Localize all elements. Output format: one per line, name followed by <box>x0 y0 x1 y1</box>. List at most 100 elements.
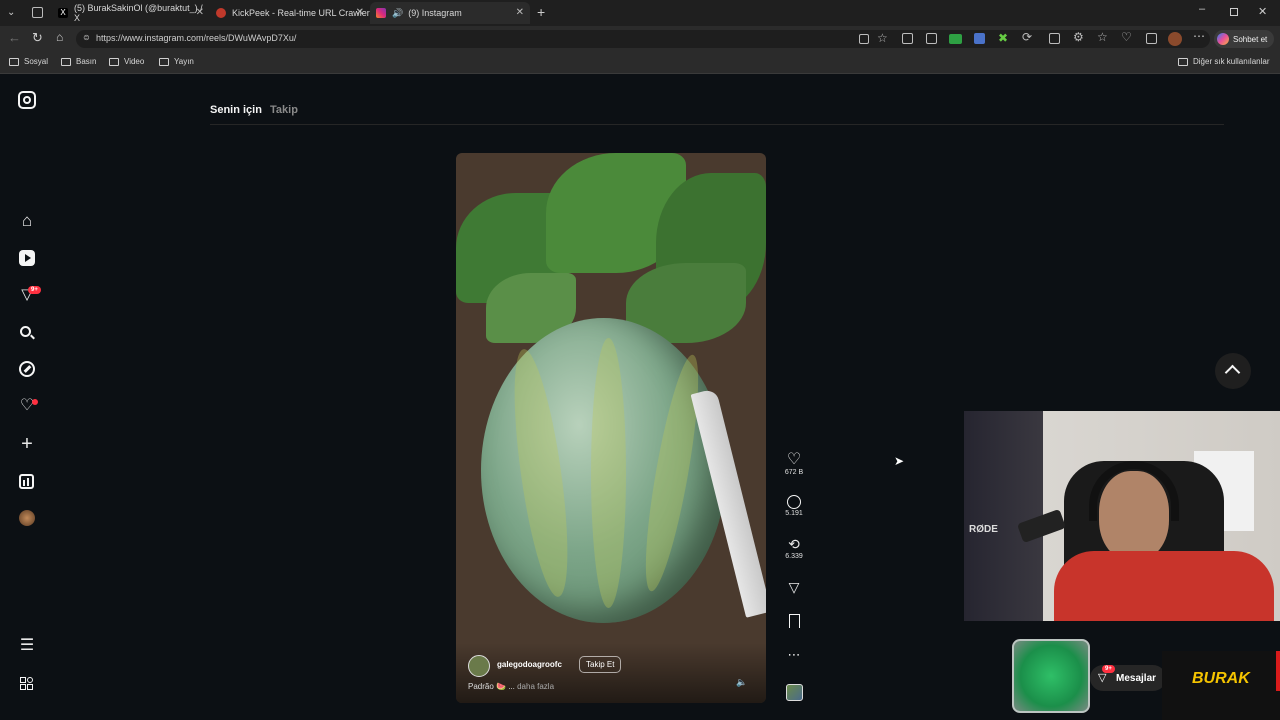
messages-badge: 9+ <box>28 286 41 294</box>
folder-icon <box>109 57 119 66</box>
lock-icon[interactable]: ⊜ <box>83 33 90 42</box>
like-action[interactable]: ♡ 672 B <box>782 451 806 477</box>
create-icon[interactable]: + <box>18 434 36 454</box>
bookmark-label: Basın <box>76 57 97 66</box>
browser-tab-bar: ⌄ X (5) BurakSakinOl (@buraktut_) / X ✕ … <box>0 0 1280 26</box>
mic-brand: RØDE <box>969 524 998 535</box>
extension-3-icon[interactable] <box>949 34 962 44</box>
messages-button[interactable]: ▽ 9+ Mesajlar <box>1090 665 1166 691</box>
tab-title: (5) BurakSakinOl (@buraktut_) / X <box>74 3 203 23</box>
folder-icon <box>9 57 19 66</box>
also-from-meta-icon[interactable] <box>18 675 36 693</box>
streamer-name-panel: BURAK <box>1162 651 1280 720</box>
reel-caption: Padrão 🍉 ... daha fazla <box>468 682 554 691</box>
likes-count: 672 B <box>784 469 804 476</box>
reposts-count: 6.339 <box>785 553 803 560</box>
bookmark-sosyal[interactable]: Sosyal <box>9 57 48 66</box>
performance-icon[interactable]: ♡ <box>1121 30 1132 44</box>
audio-thumbnail[interactable] <box>786 684 803 701</box>
tab-following[interactable]: Takip <box>270 104 298 116</box>
tab-for-you[interactable]: Senin için <box>210 104 262 116</box>
bookmarks-bar: Sosyal Basın Video Yayın Diğer sık kulla… <box>0 52 1280 74</box>
caption-text: Padrão 🍉 ... <box>468 682 515 691</box>
back-icon[interactable]: ← <box>8 30 21 45</box>
comments-count: 5.191 <box>785 510 803 517</box>
chevron-up-icon <box>1224 364 1241 381</box>
bookmark-label: Diğer sık kullanılanlar <box>1193 57 1270 66</box>
profile-avatar[interactable] <box>19 510 35 526</box>
copilot-label: Sohbet et <box>1233 34 1268 44</box>
explore-icon[interactable] <box>19 361 35 377</box>
feed-tabs: Senin için Takip <box>210 104 298 116</box>
author-username[interactable]: galegodoagroofc <box>497 660 562 669</box>
close-tab-icon[interactable]: ✕ <box>356 7 364 18</box>
dashboard-icon[interactable] <box>19 474 34 489</box>
bookmark-video[interactable]: Video <box>109 57 144 66</box>
browser-toolbar: ← ↻ ⌂ ⊜ https://www.instagram.com/reels/… <box>0 26 1280 52</box>
save-action[interactable] <box>782 614 806 628</box>
extension-2-icon[interactable] <box>926 33 937 44</box>
tab-x[interactable]: X (5) BurakSakinOl (@buraktut_) / X ✕ <box>52 2 210 24</box>
melon-stripe <box>591 338 626 608</box>
tab-instagram[interactable]: 🔊 (9) Instagram ✕ <box>370 2 530 24</box>
minimize-button[interactable]: – <box>1199 3 1205 15</box>
search-icon[interactable] <box>18 324 36 342</box>
folder-icon <box>61 57 71 66</box>
favorite-star-icon[interactable]: ☆ <box>877 31 888 45</box>
melon-stripe <box>635 352 709 594</box>
close-tab-icon[interactable]: ✕ <box>516 7 524 18</box>
favorites-icon[interactable]: ☆ <box>1097 30 1108 44</box>
comment-action[interactable]: 5.191 <box>782 495 806 517</box>
reader-view-icon[interactable] <box>859 34 869 44</box>
accent-line <box>1276 651 1280 691</box>
more-menu-icon[interactable]: ⋯ <box>1193 29 1205 43</box>
extension-4-icon[interactable] <box>974 33 985 44</box>
kickpeek-icon <box>216 8 226 18</box>
reel-video[interactable]: galegodoagroofc Takip Et Padrão 🍉 ... da… <box>456 153 766 703</box>
new-tab-button[interactable]: + <box>537 4 545 20</box>
comment-icon <box>787 495 801 509</box>
restore-button[interactable] <box>1230 8 1238 16</box>
copilot-icon <box>1217 33 1229 45</box>
repost-icon: ⟲ <box>788 536 800 552</box>
extension-1-icon[interactable] <box>902 33 913 44</box>
bookmark-other-favorites[interactable]: Diğer sık kullanılanlar <box>1178 57 1269 66</box>
heart-icon: ♡ <box>786 451 802 468</box>
instagram-logo-icon[interactable] <box>18 91 36 109</box>
home-icon[interactable]: ⌂ <box>18 212 36 230</box>
messages-label: Mesajlar <box>1116 672 1157 684</box>
author-avatar[interactable] <box>468 655 490 677</box>
reload-icon[interactable]: ↻ <box>32 30 43 46</box>
extensions-icon[interactable]: ⟳ <box>1022 30 1032 44</box>
close-window-button[interactable]: ✕ <box>1258 5 1267 18</box>
share-icon[interactable]: ▽ <box>782 579 806 595</box>
collections-icon[interactable] <box>1146 33 1157 44</box>
extension-5-icon[interactable]: ✖ <box>998 31 1008 45</box>
scroll-up-button[interactable] <box>1215 353 1251 389</box>
split-screen-icon[interactable] <box>1049 33 1060 44</box>
workspaces-icon[interactable] <box>32 7 43 18</box>
streamer-name: BURAK <box>1192 670 1250 687</box>
bookmark-basin[interactable]: Basın <box>61 57 96 66</box>
close-tab-icon[interactable]: ✕ <box>196 7 204 18</box>
bookmark-label: Yayın <box>174 57 194 66</box>
reels-icon[interactable] <box>19 250 35 266</box>
folder-icon <box>159 57 169 66</box>
more-link[interactable]: daha fazla <box>517 682 554 691</box>
speaker-icon[interactable]: 🔊 <box>392 8 403 19</box>
browser-essentials-icon[interactable]: ⚙ <box>1073 30 1084 44</box>
more-menu-icon[interactable]: ☰ <box>18 637 36 655</box>
tab-kickpeek[interactable]: KickPeek - Real-time URL Crawler ✕ <box>210 2 370 24</box>
mute-icon[interactable]: 🔈 <box>736 677 747 688</box>
follow-button[interactable]: Takip Et <box>579 656 622 673</box>
tab-actions-icon[interactable]: ⌄ <box>7 7 19 19</box>
home-icon[interactable]: ⌂ <box>56 30 63 44</box>
bookmark-yayin[interactable]: Yayın <box>159 57 194 66</box>
address-bar[interactable]: ⊜ https://www.instagram.com/reels/DWuWAv… <box>76 30 1210 48</box>
profile-avatar[interactable] <box>1168 32 1182 46</box>
more-options-icon[interactable]: ⋯ <box>782 647 806 663</box>
webcam-overlay: RØDE <box>964 411 1280 621</box>
repost-action[interactable]: ⟲ 6.339 <box>782 536 806 560</box>
mouse-cursor-icon: ➤ <box>894 454 905 468</box>
copilot-button[interactable]: Sohbet et <box>1214 30 1274 48</box>
